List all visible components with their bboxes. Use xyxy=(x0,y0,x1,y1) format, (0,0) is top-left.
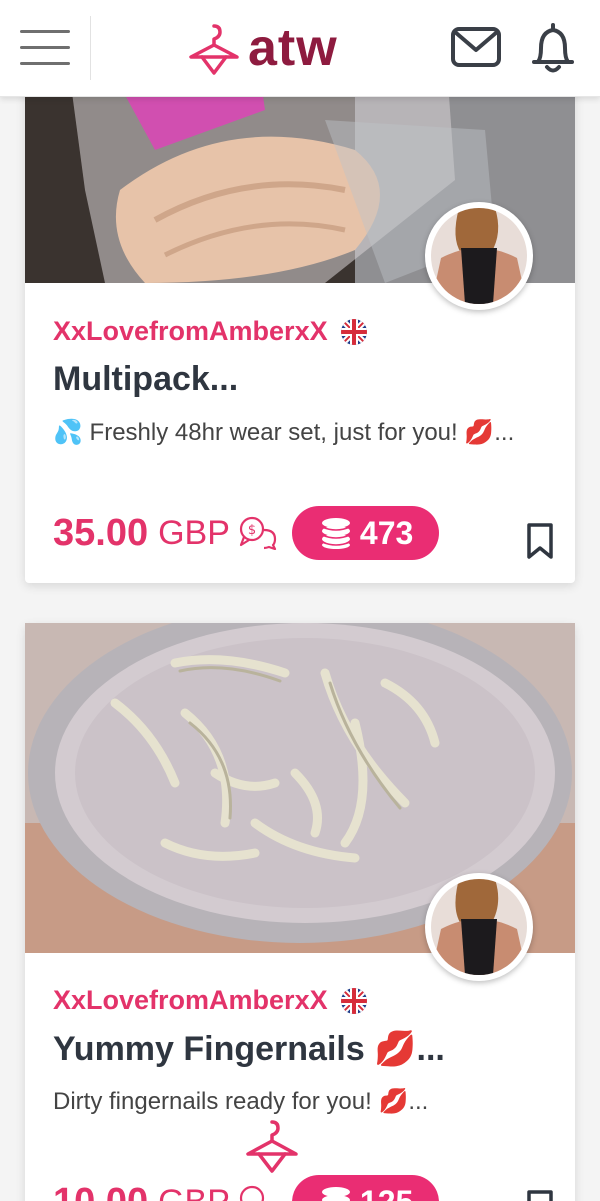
notifications-bell-icon[interactable] xyxy=(530,22,576,79)
coins-value: 473 xyxy=(359,514,414,551)
price-currency: GBP xyxy=(158,513,230,552)
header-divider xyxy=(90,16,91,80)
site-logo[interactable]: atw xyxy=(186,16,338,80)
floating-hanger-icon[interactable] xyxy=(244,1118,300,1179)
uk-flag-icon xyxy=(340,318,367,345)
chat-offer-icon[interactable] xyxy=(238,1185,278,1201)
seller-name[interactable]: XxLovefromAmberxX xyxy=(53,985,368,1016)
seller-name[interactable]: XxLovefromAmberxX xyxy=(53,316,368,347)
coins-icon xyxy=(321,518,351,549)
chat-offer-icon[interactable]: $ xyxy=(238,516,278,550)
top-nav-bar: atw xyxy=(0,0,600,97)
coins-value: 125 xyxy=(360,1184,413,1201)
bookmark-icon[interactable] xyxy=(525,522,555,565)
messages-icon[interactable] xyxy=(450,26,502,73)
listing-description: 💦 Freshly 48hr wear set, just for you! 💋… xyxy=(53,419,515,446)
listing-title[interactable]: Yummy Fingernails 💋... xyxy=(53,1029,445,1069)
price-currency: GBP xyxy=(158,1183,230,1201)
svg-text:$: $ xyxy=(248,523,256,538)
page: atw XxLovefromAmberxX Multipack... 💦 Fre… xyxy=(0,0,600,1201)
coins-badge[interactable]: 473 xyxy=(291,506,440,560)
coins-badge[interactable]: 125 xyxy=(291,1175,440,1201)
price-value: 35.00 xyxy=(53,511,149,554)
seller-avatar[interactable] xyxy=(425,202,533,310)
listing-card[interactable]: XxLovefromAmberxX Yummy Fingernails 💋...… xyxy=(25,623,575,1201)
hanger-logo-icon xyxy=(189,24,239,75)
listing-title[interactable]: Multipack... xyxy=(53,360,238,399)
price-row: 35.00 GBP $ 473 xyxy=(53,506,440,560)
listing-card[interactable]: XxLovefromAmberxX Multipack... 💦 Freshly… xyxy=(25,40,575,583)
uk-flag-icon xyxy=(340,987,367,1014)
logo-text: atw xyxy=(248,19,338,77)
price-value: 10.00 xyxy=(53,1181,148,1201)
hamburger-menu-icon[interactable] xyxy=(16,24,74,72)
bookmark-icon[interactable] xyxy=(525,1189,555,1201)
seller-avatar[interactable] xyxy=(425,873,533,981)
coins-icon xyxy=(321,1187,350,1201)
listing-description: Dirty fingernails ready for you! 💋... xyxy=(53,1088,429,1115)
